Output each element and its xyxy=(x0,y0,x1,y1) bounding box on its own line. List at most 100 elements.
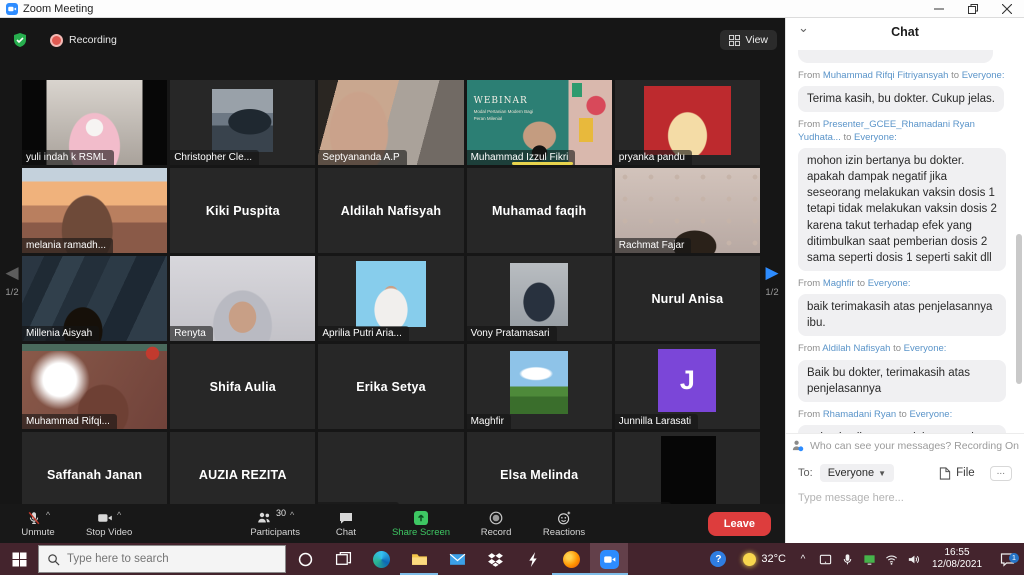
privacy-note[interactable]: Who can see your messages? Recording On xyxy=(786,433,1024,457)
participant-tile[interactable]: Renyta xyxy=(170,256,315,341)
unmute-button[interactable]: ^ Unmute xyxy=(16,510,60,538)
cortana-button[interactable] xyxy=(286,543,324,575)
start-button[interactable] xyxy=(0,543,38,575)
participant-tile[interactable]: melania ramadh... xyxy=(22,168,167,253)
message-meta: From Presenter_GCEE_Rhamadani Ryan Yudha… xyxy=(798,119,1008,144)
webinar-subtitle: Modal Pertanian Modern Bagi Peran Mileni… xyxy=(474,109,536,123)
participant-name-tag: Christopher Cle... xyxy=(170,150,259,165)
firefox-button[interactable] xyxy=(552,543,590,575)
speaker-icon[interactable] xyxy=(902,553,924,566)
recording-indicator[interactable]: Recording xyxy=(50,34,117,47)
recipient-name[interactable]: Everyone: xyxy=(909,409,952,420)
view-button[interactable]: View xyxy=(720,30,777,50)
participant-name: Rachmat Fajar xyxy=(619,240,685,251)
file-icon xyxy=(939,467,951,480)
restore-button[interactable] xyxy=(956,0,990,17)
leave-button[interactable]: Leave xyxy=(708,512,771,536)
mail-button[interactable] xyxy=(438,543,476,575)
participant-tile[interactable]: Millenia Aisyah xyxy=(22,256,167,341)
stop-video-button[interactable]: ^ Stop Video xyxy=(86,510,132,538)
taskbar-search[interactable] xyxy=(38,545,286,573)
participant-tile[interactable]: Aprilia Putri Aria... xyxy=(318,256,463,341)
taskbar-clock[interactable]: 16:55 12/08/2021 xyxy=(924,547,990,572)
participant-tile[interactable]: pryanka pandu xyxy=(615,80,760,165)
weather-widget[interactable]: 32°C xyxy=(737,553,792,566)
recipient-dropdown[interactable]: Everyone ▼ xyxy=(820,464,894,482)
sender-name[interactable]: Aldilah Nafisyah xyxy=(822,343,890,354)
file-button[interactable]: File xyxy=(939,467,975,480)
recipient-name[interactable]: Everyone: xyxy=(854,132,897,143)
participant-tile[interactable]: Erika Setya xyxy=(318,344,463,429)
sender-name[interactable]: Rhamadani Ryan xyxy=(823,409,896,420)
notification-center-button[interactable]: 1 xyxy=(990,552,1024,567)
participant-name-tag: Millenia Aisyah xyxy=(22,326,99,341)
record-button[interactable]: Record xyxy=(474,510,518,538)
chat-button[interactable]: Chat xyxy=(324,510,368,538)
tray-overflow-chevron[interactable]: ^ xyxy=(792,554,814,565)
message-bubble: baik terimakasih atas penjelasannya ibu. xyxy=(798,294,1006,336)
wifi-icon[interactable] xyxy=(880,553,902,566)
security-shield-icon[interactable] xyxy=(12,32,28,48)
recipient-name[interactable]: Everyone: xyxy=(904,343,947,354)
participant-tile[interactable]: Vony Pratamasari xyxy=(467,256,612,341)
help-tray-button[interactable]: ? xyxy=(699,551,737,567)
view-label: View xyxy=(745,34,768,46)
message-meta: From Rhamadani Ryan to Everyone: xyxy=(798,409,1008,421)
message-meta: From Muhammad Rifqi Fitriyansyah to Ever… xyxy=(798,70,1008,82)
participants-button[interactable]: 30 ^ Participants xyxy=(250,510,300,538)
file-explorer-button[interactable] xyxy=(400,543,438,575)
zoom-taskbar-button[interactable] xyxy=(590,543,628,575)
task-view-button[interactable] xyxy=(324,543,362,575)
participant-tile[interactable]: yuli indah k RSML xyxy=(22,80,167,165)
participants-caret[interactable]: ^ xyxy=(290,510,294,520)
chat-scrollbar[interactable] xyxy=(1016,234,1022,384)
video-feed xyxy=(356,261,426,327)
participant-name-tag xyxy=(318,247,326,253)
participant-name: Junnilla Larasati xyxy=(619,416,691,427)
participant-tile[interactable]: Christopher Cle... xyxy=(170,80,315,165)
microphone-tray-icon[interactable] xyxy=(836,553,858,566)
previous-page-arrow[interactable]: ◀ 1/2 xyxy=(3,264,21,298)
record-icon xyxy=(488,510,504,526)
meeting-topbar: Recording View xyxy=(0,18,785,62)
sun-icon xyxy=(743,553,756,566)
bolt-app-button[interactable] xyxy=(514,543,552,575)
chat-message: From Presenter_GCEE_Rhamadani Ryan Yudha… xyxy=(798,119,1008,270)
share-screen-button[interactable]: Share Screen xyxy=(392,510,450,538)
participant-tile[interactable]: Shifa Aulia xyxy=(170,344,315,429)
participant-tile[interactable]: Septyananda A.P xyxy=(318,80,463,165)
more-options-button[interactable]: ... xyxy=(990,466,1012,481)
sender-name[interactable]: Maghfir xyxy=(823,278,855,289)
edge-button[interactable] xyxy=(362,543,400,575)
unmute-options-caret[interactable]: ^ xyxy=(46,510,50,520)
message-input[interactable]: Type message here... xyxy=(798,492,1012,504)
video-options-caret[interactable]: ^ xyxy=(117,510,121,520)
sender-name[interactable]: Muhammad Rifqi Fitriyansyah xyxy=(823,70,949,81)
minimize-button[interactable] xyxy=(922,0,956,17)
chevron-down-icon: ▼ xyxy=(878,469,886,478)
recipient-name[interactable]: Everyone: xyxy=(962,70,1005,81)
webinar-title: WEBINAR xyxy=(474,96,536,106)
tablet-mode-icon[interactable] xyxy=(814,553,836,566)
desktop-screen: Zoom Meeting Recording View xyxy=(0,0,1024,575)
participant-tile[interactable]: Muhamad faqih xyxy=(467,168,612,253)
right-arrow-icon: ▶ xyxy=(762,264,782,281)
dropbox-button[interactable] xyxy=(476,543,514,575)
next-page-arrow[interactable]: ▶ 1/2 xyxy=(762,264,782,298)
participant-tile[interactable]: Rachmat Fajar xyxy=(615,168,760,253)
message-meta: From Maghfir to Everyone: xyxy=(798,278,1008,290)
participant-tile[interactable]: WEBINAR Modal Pertanian Modern Bagi Pera… xyxy=(467,80,612,165)
participant-tile[interactable]: Aldilah Nafisyah xyxy=(318,168,463,253)
recipient-name[interactable]: Everyone: xyxy=(868,278,911,289)
close-button[interactable] xyxy=(990,0,1024,17)
participant-tile[interactable]: Muhammad Rifqi... xyxy=(22,344,167,429)
participant-tile[interactable]: Maghfir xyxy=(467,344,612,429)
participant-tile[interactable]: Nurul Anisa xyxy=(615,256,760,341)
reactions-button[interactable]: Reactions xyxy=(542,510,586,538)
search-input[interactable] xyxy=(67,553,247,565)
participant-name-tag: Renyta xyxy=(170,326,213,341)
chevron-down-icon[interactable]: ⌄ xyxy=(798,20,809,36)
participant-tile[interactable]: Kiki Puspita xyxy=(170,168,315,253)
display-status-icon[interactable] xyxy=(858,553,880,566)
participant-tile[interactable]: J Junnilla Larasati xyxy=(615,344,760,429)
